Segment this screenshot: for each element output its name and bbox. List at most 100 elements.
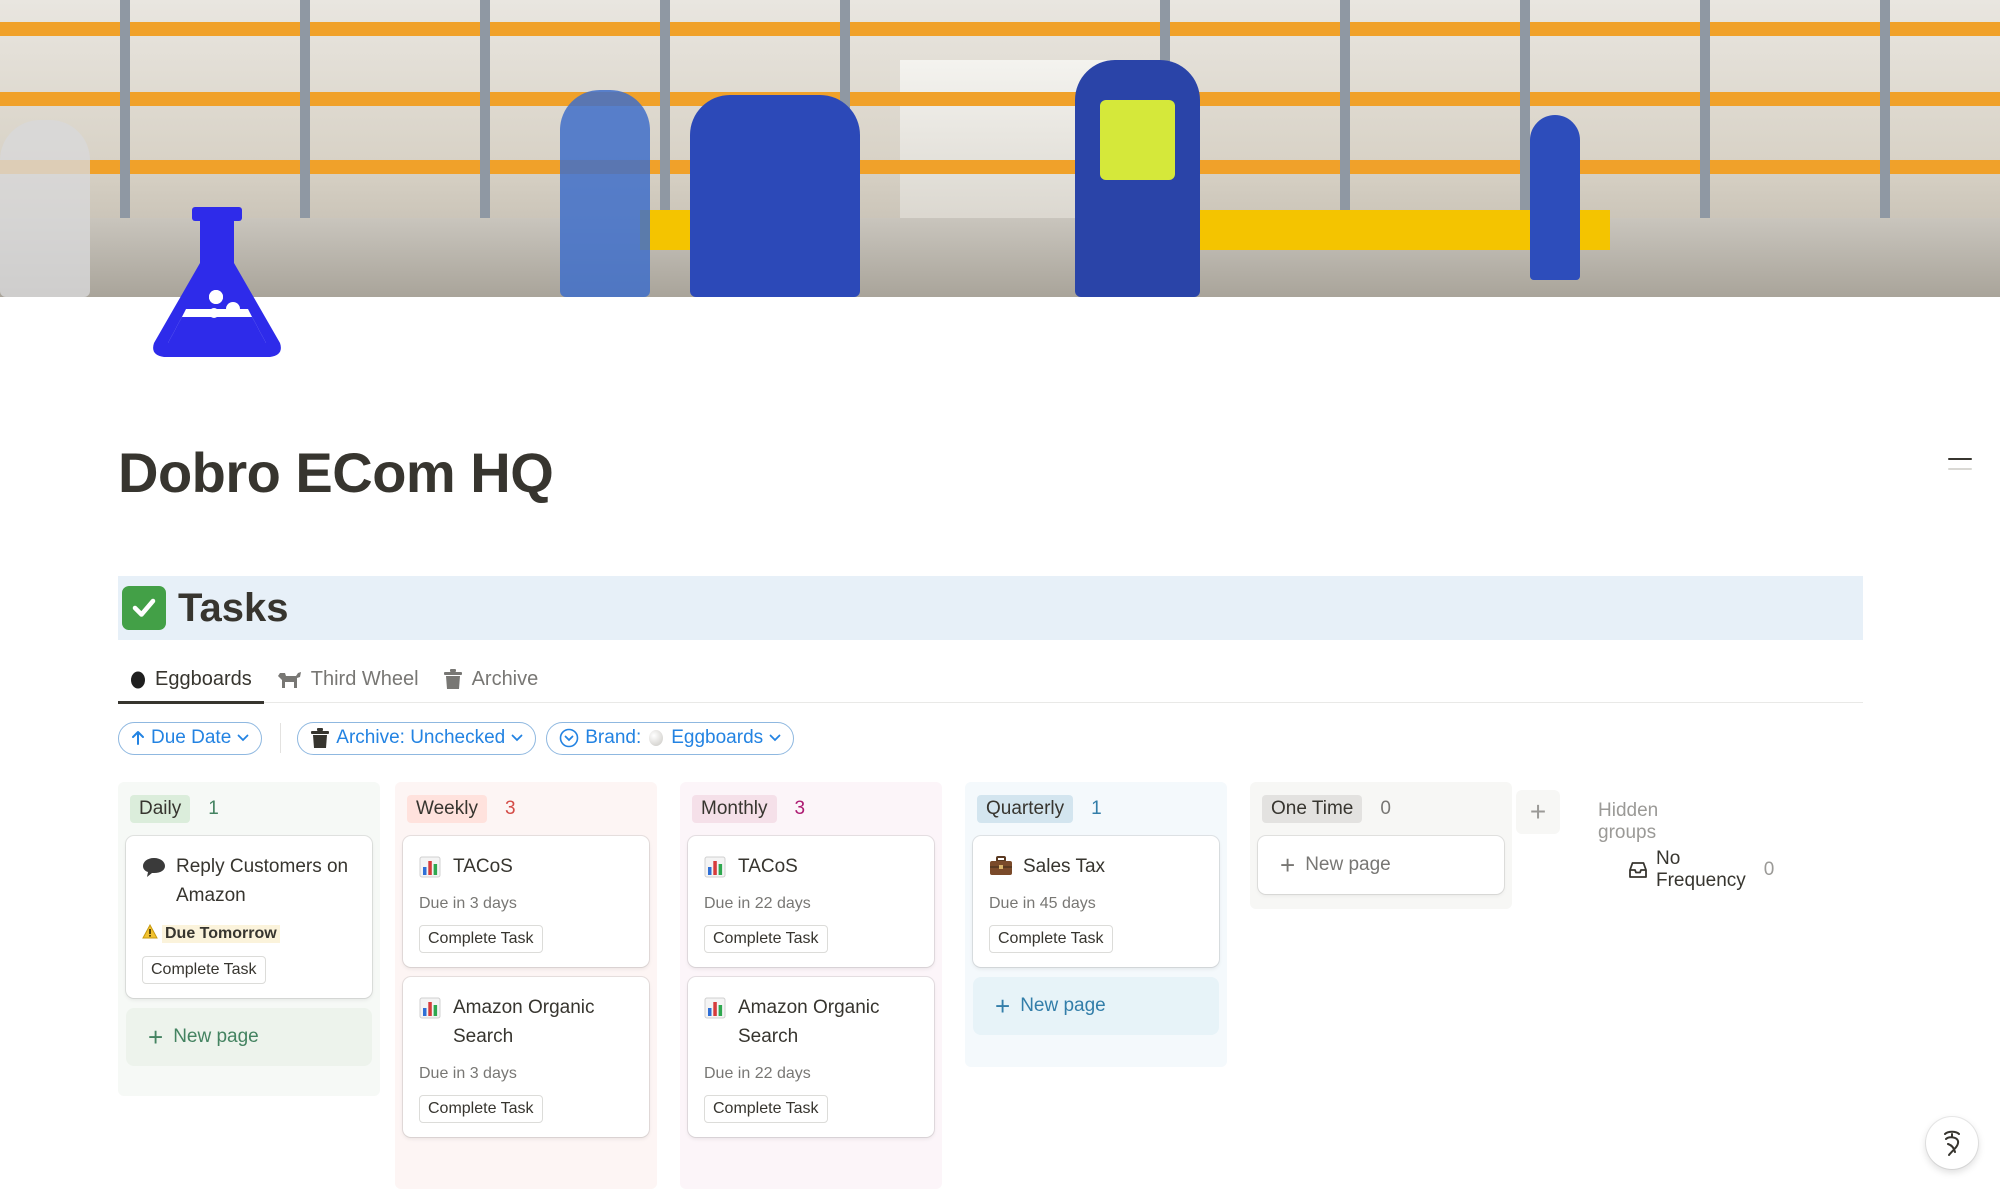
notion-ai-icon[interactable]	[1926, 1117, 1978, 1169]
tasks-heading[interactable]: Tasks	[118, 576, 1863, 640]
page-title[interactable]: Dobro ECom HQ	[118, 440, 554, 505]
group-name: Daily	[130, 795, 191, 823]
bar-chart-icon	[419, 852, 445, 878]
new-page-label: New page	[1305, 854, 1391, 875]
checkmark-icon	[122, 586, 166, 630]
cover-person	[690, 95, 860, 297]
due-text: Due in 22 days	[704, 895, 811, 912]
tab-eggboards[interactable]: Eggboards	[118, 655, 264, 704]
task-card[interactable]: Sales Tax Due in 45 days Complete Task	[973, 836, 1219, 967]
hidden-group-count: 0	[1763, 859, 1775, 880]
cover-person	[0, 120, 90, 297]
dog-icon	[276, 668, 302, 690]
cover-floor	[0, 218, 2000, 297]
new-page-button[interactable]: + New page	[126, 1008, 372, 1066]
filter-divider	[280, 723, 282, 753]
new-page-label: New page	[1020, 995, 1106, 1016]
column-header[interactable]: Monthly 3	[688, 782, 934, 836]
hidden-groups-label: Hidden groups	[1598, 800, 1659, 843]
cover-person	[1530, 115, 1580, 280]
hidden-group-name: No Frequency	[1656, 848, 1746, 891]
new-page-label: New page	[173, 1026, 259, 1047]
card-title: Sales Tax	[1023, 856, 1106, 877]
view-tabs: Eggboards Third Wheel Archive	[118, 655, 1863, 704]
flask-icon[interactable]	[140, 205, 295, 360]
complete-task-button[interactable]: Complete Task	[142, 956, 266, 984]
brand-filter-chip[interactable]: Brand: Eggboards	[546, 721, 795, 755]
new-page-button[interactable]: + New page	[1258, 836, 1504, 894]
card-title: Amazon Organic Search	[453, 997, 595, 1047]
archive-filter-label: Archive: Unchecked	[336, 727, 506, 748]
egg-icon	[649, 730, 664, 746]
warning-icon	[142, 923, 158, 944]
group-count: 3	[504, 798, 516, 819]
plus-icon: +	[1529, 796, 1547, 827]
table-of-contents-toggle[interactable]	[1948, 458, 1972, 488]
column-header[interactable]: Weekly 3	[403, 782, 649, 836]
tab-archive[interactable]: Archive	[431, 655, 551, 703]
board-column-weekly: Weekly 3 TACoS Due in 3 days Complete Ta…	[395, 782, 657, 1189]
inbox-icon	[1628, 861, 1648, 879]
due-warning: Due Tomorrow	[142, 923, 280, 944]
task-card[interactable]: Amazon Organic Search Due in 3 days Comp…	[403, 977, 649, 1137]
complete-task-button[interactable]: Complete Task	[989, 925, 1113, 953]
task-card[interactable]: Amazon Organic Search Due in 22 days Com…	[688, 977, 934, 1137]
bar-chart-icon	[704, 993, 730, 1019]
task-card[interactable]: TACoS Due in 22 days Complete Task	[688, 836, 934, 967]
group-count: 1	[1091, 798, 1102, 819]
group-name: Weekly	[407, 795, 487, 823]
group-name: One Time	[1262, 795, 1363, 823]
board-column-daily: Daily 1 Reply Customers on Amazon Due To…	[118, 782, 380, 1096]
speech-bubble-icon	[142, 852, 168, 878]
tab-label: Third Wheel	[310, 667, 419, 690]
tab-label: Eggboards	[155, 667, 252, 690]
tasks-heading-text: Tasks	[178, 585, 289, 630]
board-column-monthly: Monthly 3 TACoS Due in 22 days Complete …	[680, 782, 942, 1189]
arrow-up-icon	[131, 730, 145, 746]
plus-icon: +	[1280, 850, 1296, 880]
due-text: Due in 45 days	[989, 895, 1096, 912]
warning-text: Due Tomorrow	[162, 925, 280, 943]
card-title: Amazon Organic Search	[738, 997, 880, 1047]
board-column-quarterly: Quarterly 1 Sales Tax Due in 45 days Com…	[965, 782, 1227, 1067]
card-title: TACoS	[738, 856, 798, 877]
brand-filter-prefix: Brand:	[585, 727, 642, 748]
column-header[interactable]: Quarterly 1	[973, 782, 1219, 836]
cover-image	[0, 0, 2000, 297]
column-header[interactable]: One Time 0	[1258, 782, 1504, 836]
due-text: Due in 3 days	[419, 895, 517, 912]
due-text: Due in 22 days	[704, 1065, 811, 1082]
hidden-group-no-frequency[interactable]: No Frequency 0	[1628, 848, 1774, 892]
group-name: Quarterly	[977, 795, 1074, 823]
complete-task-button[interactable]: Complete Task	[704, 1095, 828, 1123]
chevron-circle-icon	[559, 728, 579, 748]
new-page-button[interactable]: + New page	[973, 977, 1219, 1035]
complete-task-button[interactable]: Complete Task	[419, 925, 543, 953]
card-title: TACoS	[453, 856, 513, 877]
bar-chart-icon	[419, 993, 445, 1019]
group-count: 0	[1380, 798, 1391, 819]
task-card[interactable]: TACoS Due in 3 days Complete Task	[403, 836, 649, 967]
group-count: 1	[208, 798, 219, 819]
column-header[interactable]: Daily 1	[126, 782, 372, 836]
due-text: Due in 3 days	[419, 1065, 517, 1082]
cover-person	[560, 90, 650, 297]
card-title: Reply Customers on Amazon	[176, 856, 349, 906]
tab-third-wheel[interactable]: Third Wheel	[264, 655, 431, 703]
cover-vest	[1100, 100, 1175, 180]
tab-label: Archive	[471, 667, 539, 690]
board-column-one-time: One Time 0 + New page	[1250, 782, 1512, 909]
add-group-button[interactable]: +	[1516, 790, 1560, 834]
complete-task-button[interactable]: Complete Task	[704, 925, 828, 953]
filter-bar: Due Date Archive: Unchecked Brand: Eggbo…	[118, 721, 804, 755]
task-card[interactable]: Reply Customers on Amazon Due Tomorrow C…	[126, 836, 372, 998]
plus-icon: +	[148, 1022, 164, 1052]
group-count: 3	[794, 798, 806, 819]
archive-filter-chip[interactable]: Archive: Unchecked	[297, 721, 537, 755]
bar-chart-icon	[704, 852, 730, 878]
trash-icon	[310, 727, 330, 749]
plus-icon: +	[995, 991, 1011, 1021]
sort-due-date-chip[interactable]: Due Date	[118, 721, 263, 755]
complete-task-button[interactable]: Complete Task	[419, 1095, 543, 1123]
trash-icon	[443, 668, 463, 690]
